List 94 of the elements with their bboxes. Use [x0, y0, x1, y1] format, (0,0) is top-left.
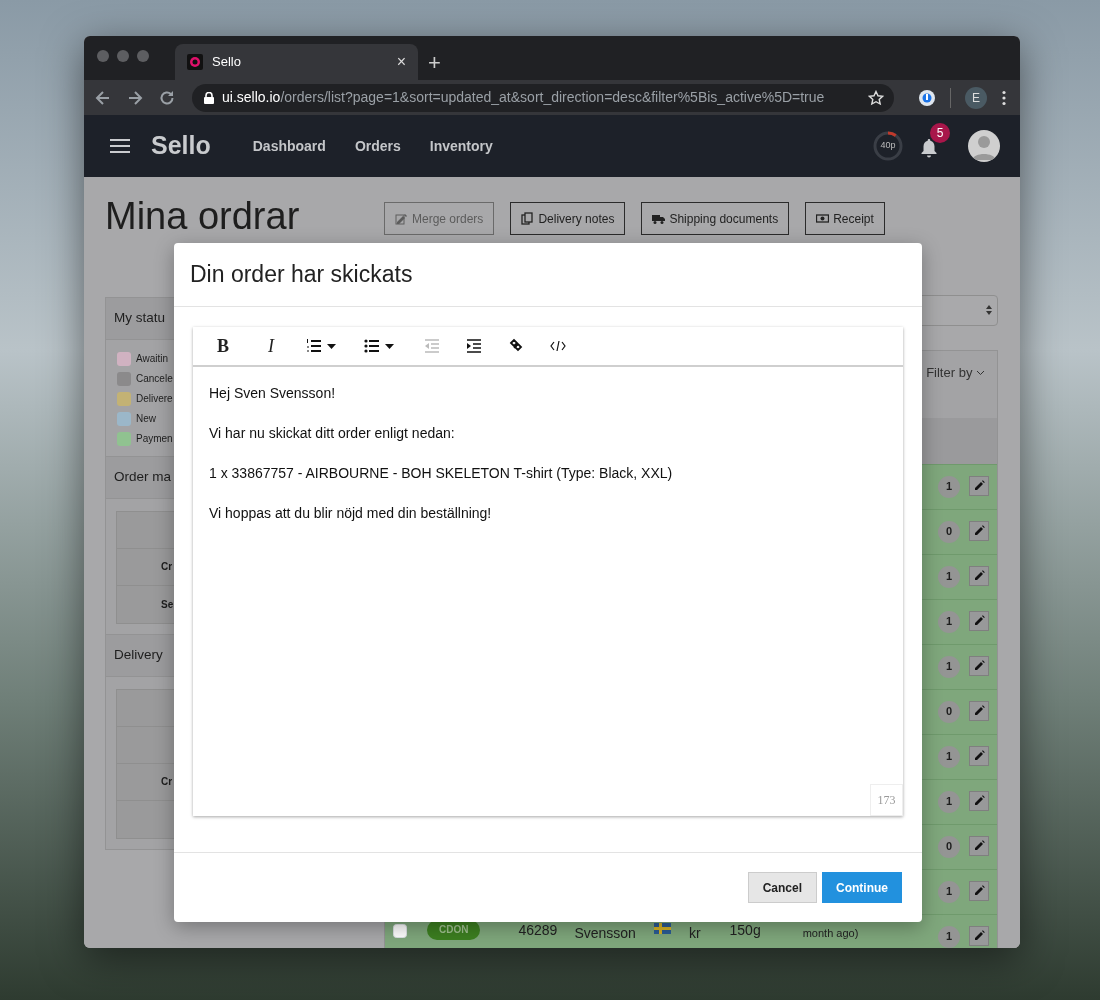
banknote-icon	[816, 212, 830, 225]
numbered-list-icon	[306, 338, 322, 354]
status-label: Paymen	[136, 432, 173, 447]
edit-button[interactable]	[969, 745, 989, 766]
pencil-icon	[973, 930, 985, 942]
item-count: 0	[938, 700, 960, 723]
row-checkbox[interactable]	[393, 923, 407, 938]
item-count: 1	[938, 880, 960, 903]
timer-label: 40p	[879, 140, 897, 152]
user-avatar[interactable]	[968, 130, 1000, 162]
item-count: 1	[938, 925, 960, 948]
status-label: Delivere	[136, 392, 173, 407]
window-control-icon[interactable]	[137, 50, 149, 62]
pencil-icon	[973, 570, 985, 582]
nav-link[interactable]: Inventory	[429, 135, 493, 157]
close-tab-icon[interactable]: ×	[396, 54, 406, 70]
item-count: 0	[938, 835, 960, 858]
updated-date: month ago)	[802, 925, 859, 941]
pencil-icon	[973, 480, 985, 492]
window-control-icon[interactable]	[117, 50, 129, 62]
item-count: 1	[938, 790, 960, 813]
star-icon[interactable]	[868, 89, 884, 106]
status-label: New	[136, 412, 156, 427]
customer-name: Svensson	[574, 924, 636, 941]
status-label: Cancele	[136, 372, 173, 387]
link-icon	[508, 338, 524, 354]
cancel-button[interactable]: Cancel	[747, 872, 817, 903]
edit-button[interactable]	[969, 790, 989, 811]
address-bar[interactable]: ui.sello.io/orders/list?page=1&sort=updated_at&sort_direction=desc&filter%5Bis_active%5D=true	[192, 83, 894, 112]
edit-icon	[395, 212, 408, 225]
pencil-icon	[973, 885, 985, 897]
truck-icon	[652, 212, 666, 225]
pencil-icon	[973, 660, 985, 672]
action-button[interactable]: Receipt	[805, 202, 885, 235]
edit-button[interactable]	[969, 925, 989, 946]
menu-icon[interactable]	[1001, 89, 1007, 106]
item-count: 1	[938, 610, 960, 633]
edit-button[interactable]	[969, 880, 989, 901]
pencil-icon	[973, 525, 985, 537]
menu-icon[interactable]	[110, 138, 130, 154]
favicon-icon	[187, 54, 203, 70]
action-button[interactable]: Shipping documents	[641, 202, 790, 235]
browser-tab[interactable]: Sello ×	[175, 44, 418, 80]
profile-avatar[interactable]: E	[965, 86, 987, 109]
pencil-icon	[973, 840, 985, 852]
bell-icon[interactable]	[920, 137, 938, 158]
item-count: 1	[938, 745, 960, 768]
chevron-down-icon	[976, 370, 985, 377]
notification-count: 5	[930, 123, 950, 143]
nav-link[interactable]: Orders	[354, 135, 401, 157]
price: kr	[688, 924, 701, 941]
edit-button[interactable]	[969, 520, 989, 541]
timer-ring	[872, 130, 904, 162]
extension-icon[interactable]	[918, 88, 936, 107]
sweden-flag-icon	[653, 923, 671, 935]
status-label: Awaitin	[136, 352, 169, 367]
window-control-icon[interactable]	[97, 50, 109, 62]
edit-button[interactable]	[969, 835, 989, 856]
caret-icon	[327, 343, 336, 349]
item-count: 1	[938, 565, 960, 588]
reload-icon[interactable]	[158, 88, 176, 107]
edit-button[interactable]	[969, 475, 989, 496]
nav-link[interactable]: Dashboard	[252, 135, 326, 157]
page-title: Mina ordrar	[105, 194, 301, 239]
tab-title: Sello	[212, 53, 241, 72]
outdent-icon	[424, 338, 440, 354]
weight: 150g	[729, 921, 761, 938]
logo-text[interactable]: Sello	[151, 127, 211, 165]
character-count: 173	[870, 784, 903, 816]
new-tab-icon[interactable]: +	[428, 52, 441, 74]
back-arrow-icon[interactable]	[94, 88, 112, 107]
pencil-icon	[973, 615, 985, 627]
forward-arrow-icon[interactable]	[126, 88, 144, 107]
lock-icon	[204, 91, 214, 104]
action-button[interactable]: Delivery notes	[510, 202, 626, 235]
item-count: 1	[938, 475, 960, 498]
bullet-list-icon	[364, 338, 380, 354]
code-icon	[550, 338, 566, 354]
pencil-icon	[973, 795, 985, 807]
edit-button[interactable]	[969, 700, 989, 721]
copy-icon	[521, 212, 535, 225]
filter-dropdown[interactable]: Filter by	[926, 362, 985, 418]
pencil-icon	[973, 705, 985, 717]
item-count: 1	[938, 655, 960, 678]
edit-button[interactable]	[969, 655, 989, 676]
edit-button[interactable]	[969, 610, 989, 631]
modal-title: Din order har skickats	[174, 243, 922, 307]
item-count: 0	[938, 520, 960, 543]
select-arrows-icon	[985, 304, 993, 317]
indent-icon	[466, 338, 482, 354]
url-text: ui.sello.io/orders/list?page=1&sort=updated_at&sort_direction=desc&filter%5Bis_active%5D=true	[222, 88, 825, 107]
order-id: 46289	[518, 921, 558, 938]
pencil-icon	[973, 750, 985, 762]
edit-button[interactable]	[969, 565, 989, 586]
